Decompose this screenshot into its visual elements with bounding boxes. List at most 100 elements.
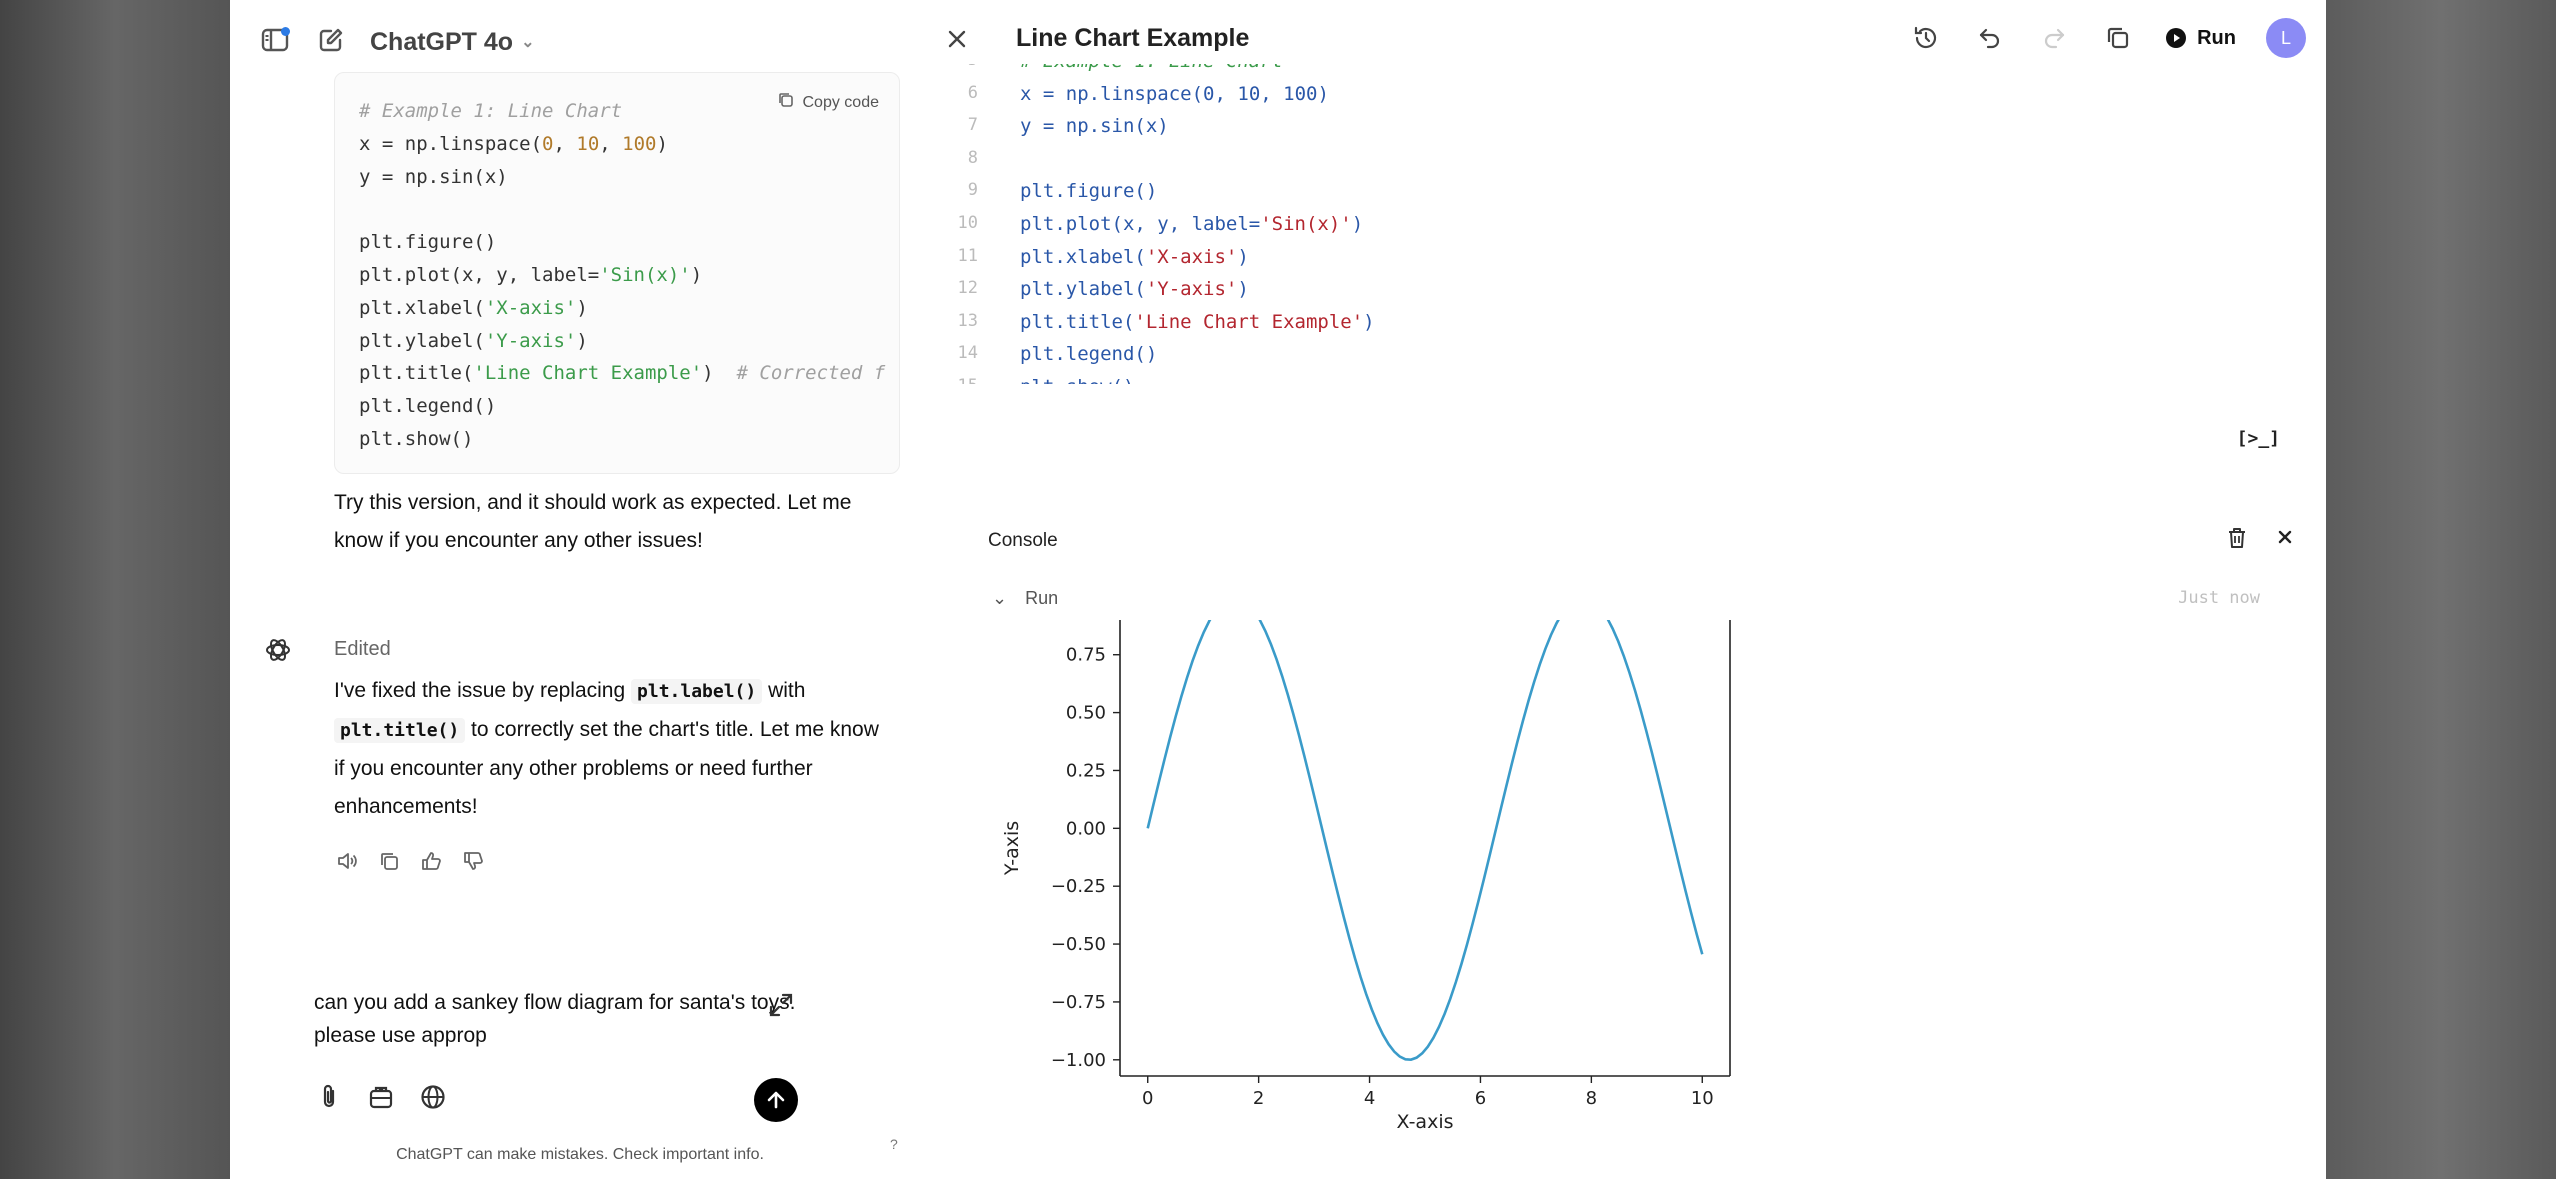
read-aloud-button[interactable] (334, 848, 360, 874)
sidebar-toggle-button[interactable] (258, 25, 292, 59)
code-line: plt.title('Line Chart Example') # Correc… (359, 357, 885, 390)
x-tick-label: 8 (1586, 1088, 1597, 1109)
line-number: 9 (967, 180, 978, 201)
code-token: , (1214, 82, 1238, 105)
background-left (0, 0, 230, 1179)
attach-button[interactable] (314, 1082, 344, 1112)
line-number: 7 (967, 115, 978, 136)
chat-pane: ChatGPT 4o ⌄ Copy code # Example 1: Line… (230, 0, 930, 1179)
redo-button[interactable] (2037, 21, 2071, 55)
run-entry-label: Run (1025, 588, 1059, 608)
code-token: 100 (1283, 82, 1318, 105)
code-token: plt.ylabel( (359, 329, 485, 352)
code-token: 100 (622, 132, 657, 155)
message-actions (334, 848, 486, 874)
undo-icon (1980, 28, 2000, 49)
code-token: x = np.linspace( (1020, 82, 1204, 105)
web-search-button[interactable] (418, 1082, 448, 1112)
canvas-tool-button[interactable] (366, 1082, 396, 1112)
model-selector[interactable]: ChatGPT 4o ⌄ (370, 28, 534, 57)
play-icon (2166, 28, 2187, 48)
help-button[interactable]: ? (890, 1136, 898, 1152)
code-token: # Example 1: Line Chart (359, 100, 623, 122)
code-token: plt.plot(x, y, label= (359, 263, 600, 286)
user-avatar[interactable]: L (2266, 18, 2306, 58)
globe-icon (421, 1085, 445, 1109)
copy-canvas-button[interactable] (2101, 21, 2135, 55)
composer-tools (314, 1082, 448, 1112)
arrow-up-icon (767, 1091, 785, 1109)
message-input[interactable]: can you add a sankey flow diagram for sa… (314, 986, 814, 1052)
code-editor[interactable]: 5 # Example 1: Line Chart 6 x = np.linspace… (930, 64, 2326, 384)
x-tick-label: 6 (1475, 1088, 1486, 1109)
line-number: 12 (957, 278, 978, 299)
copy-message-button[interactable] (376, 848, 402, 874)
message-text: with (762, 679, 806, 702)
y-tick-label: 0.75 (1066, 645, 1106, 666)
close-canvas-button[interactable] (940, 22, 974, 56)
code-token: ) (576, 329, 588, 352)
thumbs-up-icon (422, 852, 441, 870)
redo-icon (2045, 28, 2065, 49)
line-number: 11 (957, 245, 978, 266)
code-line: y = np.sin(x) (359, 161, 885, 194)
close-icon (2278, 530, 2292, 544)
code-token: 10 (576, 132, 600, 155)
close-console-button[interactable] (2274, 526, 2300, 552)
assistant-message-1: Try this version, and it should work as … (334, 491, 852, 552)
run-timestamp: Just now (2178, 588, 2260, 608)
code-token: plt.figure() (359, 231, 497, 254)
undo-button[interactable] (1973, 21, 2007, 55)
code-token: plt.legend() (1020, 343, 1158, 366)
code-token: y = np.sin(x) (1020, 115, 1169, 138)
new-chat-button[interactable] (314, 25, 348, 59)
x-tick-label: 0 (1142, 1088, 1153, 1109)
thumbs-up-button[interactable] (418, 848, 444, 874)
history-button[interactable] (1909, 21, 1943, 55)
code-token: plt.plot(x, y, label= (1020, 213, 1261, 235)
run-button[interactable]: Run (2165, 27, 2236, 50)
code-token: plt.figure() (1020, 180, 1158, 203)
openai-logo-icon (266, 639, 290, 661)
line-number: 15 (930, 376, 978, 384)
code-token: ) (656, 132, 668, 155)
line-content: plt.show() (1020, 376, 1134, 384)
terminal-button[interactable]: [>_] (2237, 428, 2280, 449)
chat-topbar: ChatGPT 4o ⌄ (258, 22, 534, 62)
code-token: 0 (542, 132, 554, 155)
code-token: ) (1237, 278, 1249, 301)
message-text: I've fixed the issue by replacing (334, 679, 632, 702)
canvas-toolbar: Run L (1909, 18, 2306, 58)
code-line: plt.show() (359, 423, 885, 456)
console-label: Console (988, 530, 1058, 551)
send-button[interactable] (754, 1078, 798, 1122)
code-token: 'Y-axis' (484, 329, 577, 352)
run-label: Run (2197, 26, 2236, 49)
y-tick-label: −1.00 (1051, 1050, 1106, 1071)
line-number: 13 (957, 310, 978, 331)
line-content: plt.title('Line Chart Example') (1020, 311, 1375, 333)
disclaimer-text: ChatGPT can make mistakes. Check importa… (396, 1146, 764, 1163)
model-name: ChatGPT 4o (370, 27, 514, 56)
code-block: Copy code # Example 1: Line Chart x = np.… (334, 72, 900, 474)
toolbox-icon (369, 1086, 393, 1109)
console-run-entry[interactable]: ⌄ Run (992, 588, 1058, 609)
series-line-sin (1146, 620, 1704, 1061)
code-token: 'Sin(x)' (599, 263, 691, 286)
code-token: 'X-axis' (484, 296, 577, 319)
speaker-icon (338, 853, 357, 869)
app-window: ChatGPT 4o ⌄ Copy code # Example 1: Line… (230, 0, 2326, 1179)
thumbs-down-button[interactable] (460, 848, 486, 874)
clear-console-button[interactable] (2226, 526, 2252, 552)
code-token: plt.title( (359, 362, 474, 385)
code-token: # Example 1: Line Chart (1020, 64, 1283, 72)
y-tick-label: 0.25 (1066, 760, 1106, 781)
code-token: ) (576, 296, 588, 319)
assistant-avatar (264, 636, 292, 664)
line-number: 10 (957, 213, 978, 233)
expand-composer-button[interactable] (766, 990, 796, 1020)
paperclip-icon (323, 1084, 335, 1108)
chevron-down-icon: ⌄ (992, 588, 1008, 608)
code-line: plt.ylabel('Y-axis') (359, 325, 885, 358)
